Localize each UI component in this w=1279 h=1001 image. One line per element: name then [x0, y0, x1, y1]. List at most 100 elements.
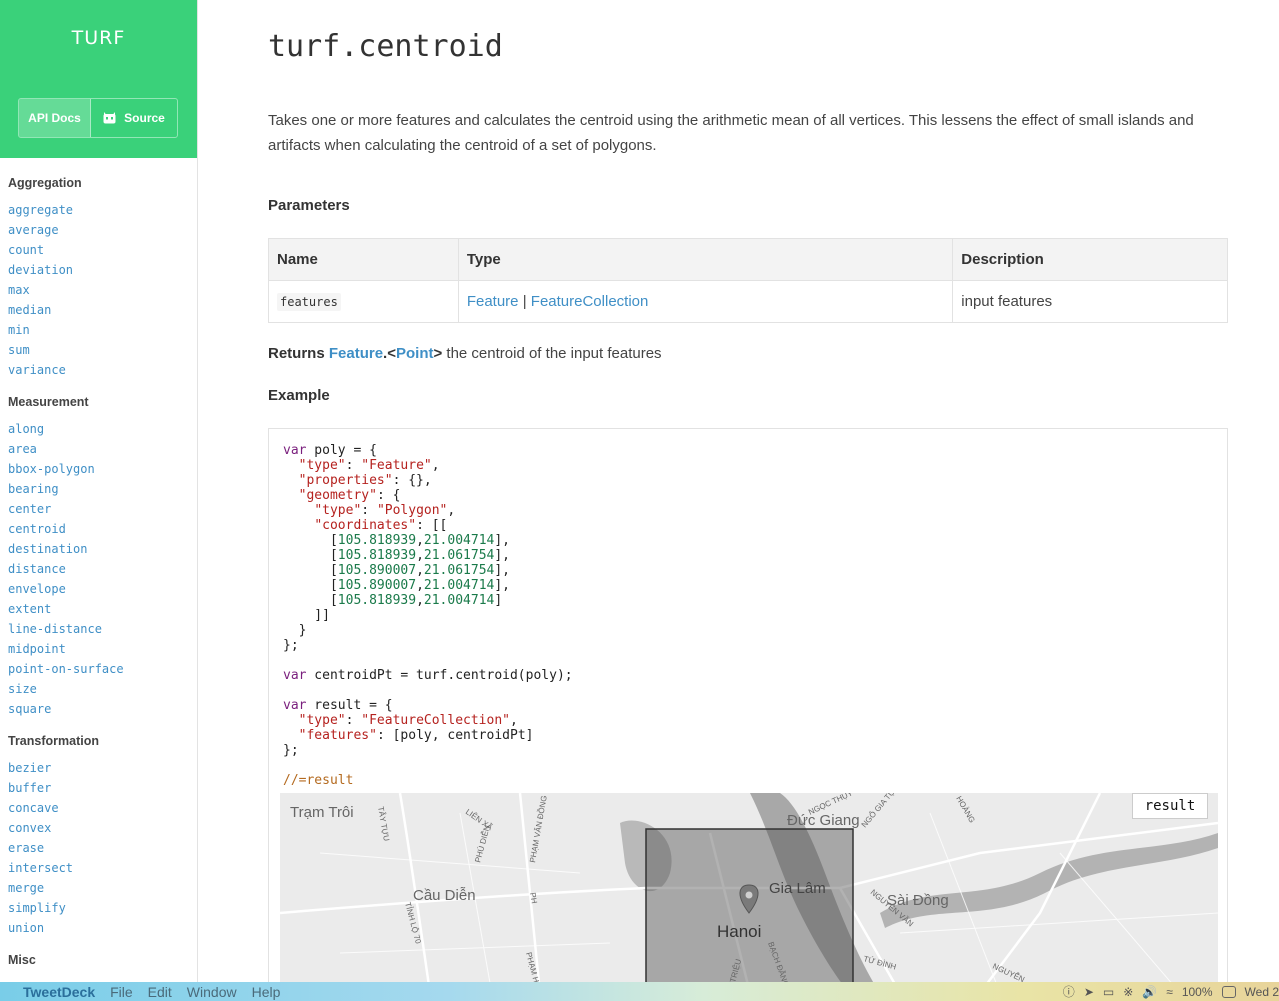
sidebar-item-simplify[interactable]: simplify — [8, 898, 189, 918]
sidebar-item-bbox-polygon[interactable]: bbox-polygon — [8, 459, 189, 479]
nav-heading: Misc — [8, 953, 36, 967]
bluetooth-icon[interactable]: ※ — [1123, 985, 1133, 999]
returns-line: Returns Feature.<Point> the centroid of … — [268, 345, 662, 362]
returns-type-link[interactable]: Feature — [329, 345, 383, 362]
sidebar-item-bezier[interactable]: bezier — [8, 758, 189, 778]
battery-icon[interactable] — [1221, 985, 1236, 998]
sidebar-item-distance[interactable]: distance — [8, 559, 189, 579]
sidebar-item-destination[interactable]: destination — [8, 539, 189, 559]
param-name-cell: features — [268, 280, 459, 323]
tweet-icon[interactable]: ➤ — [1084, 985, 1094, 999]
sidebar: TURF API Docs Source Aggregation aggregat… — [0, 0, 198, 982]
menu-edit[interactable]: Edit — [148, 984, 172, 1000]
result-button[interactable]: result — [1132, 793, 1208, 819]
table-header-type: Type — [457, 238, 954, 281]
sidebar-item-sum[interactable]: sum — [8, 340, 189, 360]
battery-percent[interactable]: 100% — [1182, 985, 1213, 999]
wifi-icon[interactable]: ≈ — [1166, 985, 1173, 999]
os-menu-bar: TweetDeck File Edit Window Help ⓘ ➤ ▭ ※ … — [0, 982, 1279, 1001]
menu-bar-status: ⓘ ➤ ▭ ※ 🔊 ≈ 100% Wed 2 — [1063, 982, 1279, 1001]
sidebar-item-variance[interactable]: variance — [8, 360, 189, 380]
sidebar-item-centroid[interactable]: centroid — [8, 519, 189, 539]
param-description: input features — [952, 280, 1228, 323]
sidebar-item-center[interactable]: center — [8, 499, 189, 519]
param-name: features — [277, 293, 341, 311]
sidebar-item-concave[interactable]: concave — [8, 798, 189, 818]
sidebar-item-min[interactable]: min — [8, 320, 189, 340]
table-row: features Feature | FeatureCollection inp… — [268, 280, 1228, 323]
returns-generic-close: > — [433, 345, 443, 362]
volume-icon[interactable]: 🔊 — [1142, 985, 1157, 999]
brand-header: TURF API Docs Source — [0, 0, 197, 158]
map-label: Cầu Diễn — [413, 887, 476, 904]
nav-group-aggregation: Aggregation aggregate average count deviatio… — [8, 176, 189, 380]
parameters-heading: Parameters — [268, 197, 350, 214]
sidebar-item-median[interactable]: median — [8, 300, 189, 320]
result-map[interactable]: Trạm Trôi Đức Giang Cầu Diễn Gia Lâm Sài… — [280, 793, 1218, 988]
example-code: var poly = { "type": "Feature", "propert… — [283, 443, 573, 788]
returns-point-link[interactable]: Point — [396, 345, 434, 362]
airplay-icon[interactable]: ▭ — [1103, 985, 1114, 999]
nav-heading: Aggregation — [8, 176, 82, 190]
nav-group-transformation: Transformation bezier buffer concave convex e… — [8, 734, 189, 938]
map-label: Gia Lâm — [769, 880, 826, 897]
sidebar-item-extent[interactable]: extent — [8, 599, 189, 619]
sidebar-item-deviation[interactable]: deviation — [8, 260, 189, 280]
sidebar-item-average[interactable]: average — [8, 220, 189, 240]
sidebar-item-count[interactable]: count — [8, 240, 189, 260]
returns-text: the centroid of the input features — [442, 345, 662, 362]
parameters-table: Name Type Description features Feature |… — [268, 238, 1228, 323]
sidebar-item-union[interactable]: union — [8, 918, 189, 938]
sidebar-item-convex[interactable]: convex — [8, 818, 189, 838]
map-label: Trạm Trôi — [290, 804, 354, 821]
brand-title[interactable]: TURF — [0, 27, 197, 49]
menu-window[interactable]: Window — [187, 984, 237, 1000]
sidebar-item-size[interactable]: size — [8, 679, 189, 699]
github-icon — [103, 112, 116, 124]
api-docs-button[interactable]: API Docs — [19, 99, 91, 137]
table-header-row: Name Type Description — [268, 238, 1228, 281]
sidebar-item-aggregate[interactable]: aggregate — [8, 200, 189, 220]
map-canvas[interactable]: Trạm Trôi Đức Giang Cầu Diễn Gia Lâm Sài… — [280, 793, 1218, 988]
nav-heading: Transformation — [8, 734, 99, 748]
sidebar-nav: Aggregation aggregate average count deviatio… — [0, 158, 197, 971]
sidebar-item-merge[interactable]: merge — [8, 878, 189, 898]
table-header-description: Description — [952, 238, 1228, 281]
sidebar-item-max[interactable]: max — [8, 280, 189, 300]
sidebar-item-intersect[interactable]: intersect — [8, 858, 189, 878]
nav-group-misc: Misc — [8, 953, 189, 971]
result-comment: //=result — [283, 773, 354, 788]
table-header-name: Name — [268, 238, 459, 281]
clock[interactable]: Wed 2 — [1245, 985, 1279, 999]
sidebar-item-along[interactable]: along — [8, 419, 189, 439]
sidebar-item-erase[interactable]: erase — [8, 838, 189, 858]
sidebar-item-line-distance[interactable]: line-distance — [8, 619, 189, 639]
param-type-cell: Feature | FeatureCollection — [457, 280, 954, 323]
sidebar-item-midpoint[interactable]: midpoint — [8, 639, 189, 659]
map-label: Đức Giang — [787, 812, 860, 829]
returns-generic-open: .< — [383, 345, 396, 362]
menu-help[interactable]: Help — [252, 984, 281, 1000]
source-button[interactable]: Source — [91, 99, 177, 137]
example-block: var poly = { "type": "Feature", "propert… — [268, 428, 1228, 988]
sidebar-item-envelope[interactable]: envelope — [8, 579, 189, 599]
menu-file[interactable]: File — [110, 984, 133, 1000]
type-link-feature[interactable]: Feature — [467, 293, 519, 310]
page-title: turf.centroid — [268, 29, 503, 64]
returns-label: Returns — [268, 345, 325, 362]
sidebar-item-square[interactable]: square — [8, 699, 189, 719]
type-separator: | — [522, 293, 527, 310]
sidebar-item-buffer[interactable]: buffer — [8, 778, 189, 798]
sidebar-item-area[interactable]: area — [8, 439, 189, 459]
menu-app-name[interactable]: TweetDeck — [23, 984, 95, 1000]
example-heading: Example — [268, 387, 330, 404]
page-description: Takes one or more features and calculate… — [268, 112, 1194, 154]
map-label: Hanoi — [717, 922, 761, 941]
sidebar-item-bearing[interactable]: bearing — [8, 479, 189, 499]
sidebar-item-point-on-surface[interactable]: point-on-surface — [8, 659, 189, 679]
info-icon[interactable]: ⓘ — [1063, 983, 1075, 1000]
nav-group-measurement: Measurement along area bbox-polygon bearing c… — [8, 395, 189, 719]
source-label: Source — [124, 111, 165, 125]
brand-button-group: API Docs Source — [18, 98, 178, 138]
type-link-featurecollection[interactable]: FeatureCollection — [531, 293, 649, 310]
